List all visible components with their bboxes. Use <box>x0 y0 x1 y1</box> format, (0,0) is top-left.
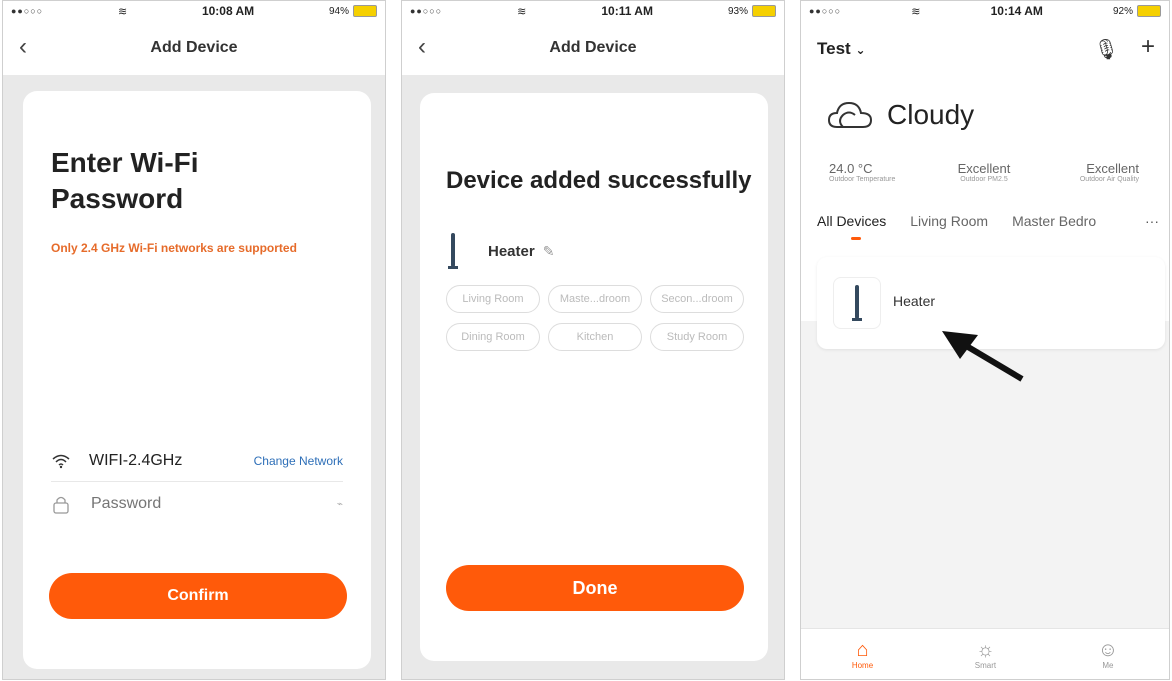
stat-air-quality: Excellent Outdoor Air Quality <box>1039 161 1139 183</box>
weather-condition: Cloudy <box>887 99 975 130</box>
edit-pencil-icon[interactable]: ✎ <box>543 243 555 260</box>
wifi-network-name: WIFI-2.4GHz <box>89 452 183 469</box>
weather-display: Cloudy <box>827 99 974 131</box>
confirm-button[interactable]: Confirm <box>49 573 347 619</box>
stat-value: Excellent <box>957 161 1011 176</box>
status-right: 94% <box>329 5 377 17</box>
wifi-card: Enter Wi-Fi Password Only 2.4 GHz Wi-Fi … <box>23 91 371 669</box>
battery-percent: 92% <box>1112 5 1133 17</box>
pointer-arrow-icon <box>942 331 1024 382</box>
device-name: Heater <box>893 293 936 309</box>
room-chip[interactable]: Kitchen <box>548 323 642 351</box>
status-bar: ●●○○○ ≋ 10:14 AM 92% <box>801 1 1169 21</box>
lock-icon <box>53 496 69 514</box>
device-row: Heater ✎ <box>448 233 554 269</box>
tabbar-home[interactable]: ⌂ Home <box>852 639 873 670</box>
nav-bar: ‹ Add Device <box>402 21 784 75</box>
battery-icon <box>352 5 377 17</box>
signal-strength: ●●○○○ <box>11 6 44 16</box>
tabbar-me[interactable]: ☺ Me <box>1098 639 1118 670</box>
signal-strength: ●●○○○ <box>410 6 443 16</box>
status-time: 10:08 AM <box>201 4 255 18</box>
room-chip[interactable]: Dining Room <box>446 323 540 351</box>
wifi-status-icon: ≋ <box>911 5 921 18</box>
wifi-status-icon: ≋ <box>117 5 128 18</box>
home-name: Test <box>817 39 851 58</box>
room-chip[interactable]: Living Room <box>446 285 540 313</box>
wifi-warning: Only 2.4 GHz Wi-Fi networks are supporte… <box>51 241 297 255</box>
tabbar-label: Home <box>851 660 874 670</box>
room-chip[interactable]: Secon...droom <box>650 285 744 313</box>
cloud-icon <box>827 101 873 128</box>
microphone-icon[interactable]: 🎙︎ <box>1094 37 1119 62</box>
status-bar: ●●○○○ ≋ 10:11 AM 93% <box>402 1 784 21</box>
profile-icon: ☺ <box>1097 638 1119 661</box>
home-icon: ⌂ <box>856 638 869 661</box>
chevron-down-icon: ⌄ <box>855 43 866 57</box>
nav-title: Add Device <box>549 39 637 56</box>
back-chevron-icon[interactable]: ‹ <box>418 33 426 61</box>
stat-value: 24.0 °C <box>829 161 873 176</box>
stat-value: Excellent <box>1086 161 1139 176</box>
device-name: Heater <box>488 242 535 260</box>
heater-icon <box>852 285 862 321</box>
back-chevron-icon[interactable]: ‹ <box>19 33 27 61</box>
battery-icon <box>751 5 776 17</box>
signal-strength: ●●○○○ <box>809 6 842 16</box>
active-tab-indicator <box>851 237 861 240</box>
phone-screen-home: ●●○○○ ≋ 10:14 AM 92% Test ⌄ 🎙︎ + Cloudy … <box>800 0 1170 680</box>
page-title: Enter Wi-Fi Password <box>51 145 199 217</box>
battery-percent: 93% <box>727 5 748 17</box>
stat-label: Outdoor Temperature <box>829 176 896 183</box>
tab-all-devices[interactable]: All Devices <box>817 213 886 229</box>
status-time: 10:11 AM <box>601 4 653 18</box>
sun-icon: ☼ <box>976 638 995 661</box>
status-bar: ●●○○○ ≋ 10:08 AM 94% <box>3 1 385 21</box>
heater-icon <box>448 233 458 269</box>
room-chip[interactable]: Study Room <box>650 323 744 351</box>
tab-living-room[interactable]: Living Room <box>910 213 988 229</box>
nav-bar: ‹ Add Device <box>3 21 385 75</box>
wifi-status-icon: ≋ <box>517 5 527 18</box>
phone-screen-device-added: ●●○○○ ≋ 10:11 AM 93% ‹ Add Device Device… <box>401 0 785 680</box>
device-thumbnail <box>833 277 881 329</box>
tabbar-label: Smart <box>974 660 997 670</box>
title-line-2: Password <box>51 183 184 214</box>
password-row: ⌁ <box>51 489 343 519</box>
success-title: Device added successfully <box>446 167 752 194</box>
header-actions: 🎙︎ + <box>1094 35 1155 62</box>
nav-title: Add Device <box>150 39 238 56</box>
home-selector[interactable]: Test ⌄ <box>817 39 866 59</box>
more-tabs-button[interactable]: ··· <box>1145 213 1159 229</box>
battery-percent: 94% <box>328 5 349 17</box>
tab-master-bedroom[interactable]: Master Bedro <box>1012 213 1096 229</box>
room-chip[interactable]: Maste...droom <box>548 285 642 313</box>
tabbar-smart[interactable]: ☼ Smart <box>975 639 996 670</box>
stat-pm25: Excellent Outdoor PM2.5 <box>934 161 1034 183</box>
phone-screen-enter-wifi: ●●○○○ ≋ 10:08 AM 94% ‹ Add Device Enter … <box>2 0 386 680</box>
room-chip-grid: Living Room Maste...droom Secon...droom … <box>446 285 746 351</box>
add-icon[interactable]: + <box>1141 35 1155 62</box>
status-right: 92% <box>1113 5 1161 17</box>
tabbar-label: Me <box>1102 660 1114 670</box>
room-tabs: All Devices Living Room Master Bedro ··· <box>817 213 1159 229</box>
status-right: 93% <box>728 5 776 17</box>
show-password-icon[interactable]: ⌁ <box>337 499 343 510</box>
wifi-network-row: WIFI-2.4GHz Change Network <box>51 441 343 482</box>
status-time: 10:14 AM <box>990 4 1043 18</box>
stat-label: Outdoor Air Quality <box>1079 176 1139 183</box>
title-line-1: Enter Wi-Fi <box>51 147 199 178</box>
battery-icon <box>1137 5 1161 17</box>
weather-stats: 24.0 °C Outdoor Temperature Excellent Ou… <box>829 161 1139 183</box>
wifi-icon <box>52 454 70 469</box>
change-network-link[interactable]: Change Network <box>254 454 343 468</box>
stat-label: Outdoor PM2.5 <box>960 176 1008 183</box>
done-button[interactable]: Done <box>446 565 744 611</box>
password-input[interactable] <box>89 494 293 514</box>
stat-temperature: 24.0 °C Outdoor Temperature <box>829 161 929 183</box>
bottom-tab-bar: ⌂ Home ☼ Smart ☺ Me <box>801 628 1169 679</box>
success-card: Device added successfully Heater ✎ Livin… <box>420 93 768 661</box>
